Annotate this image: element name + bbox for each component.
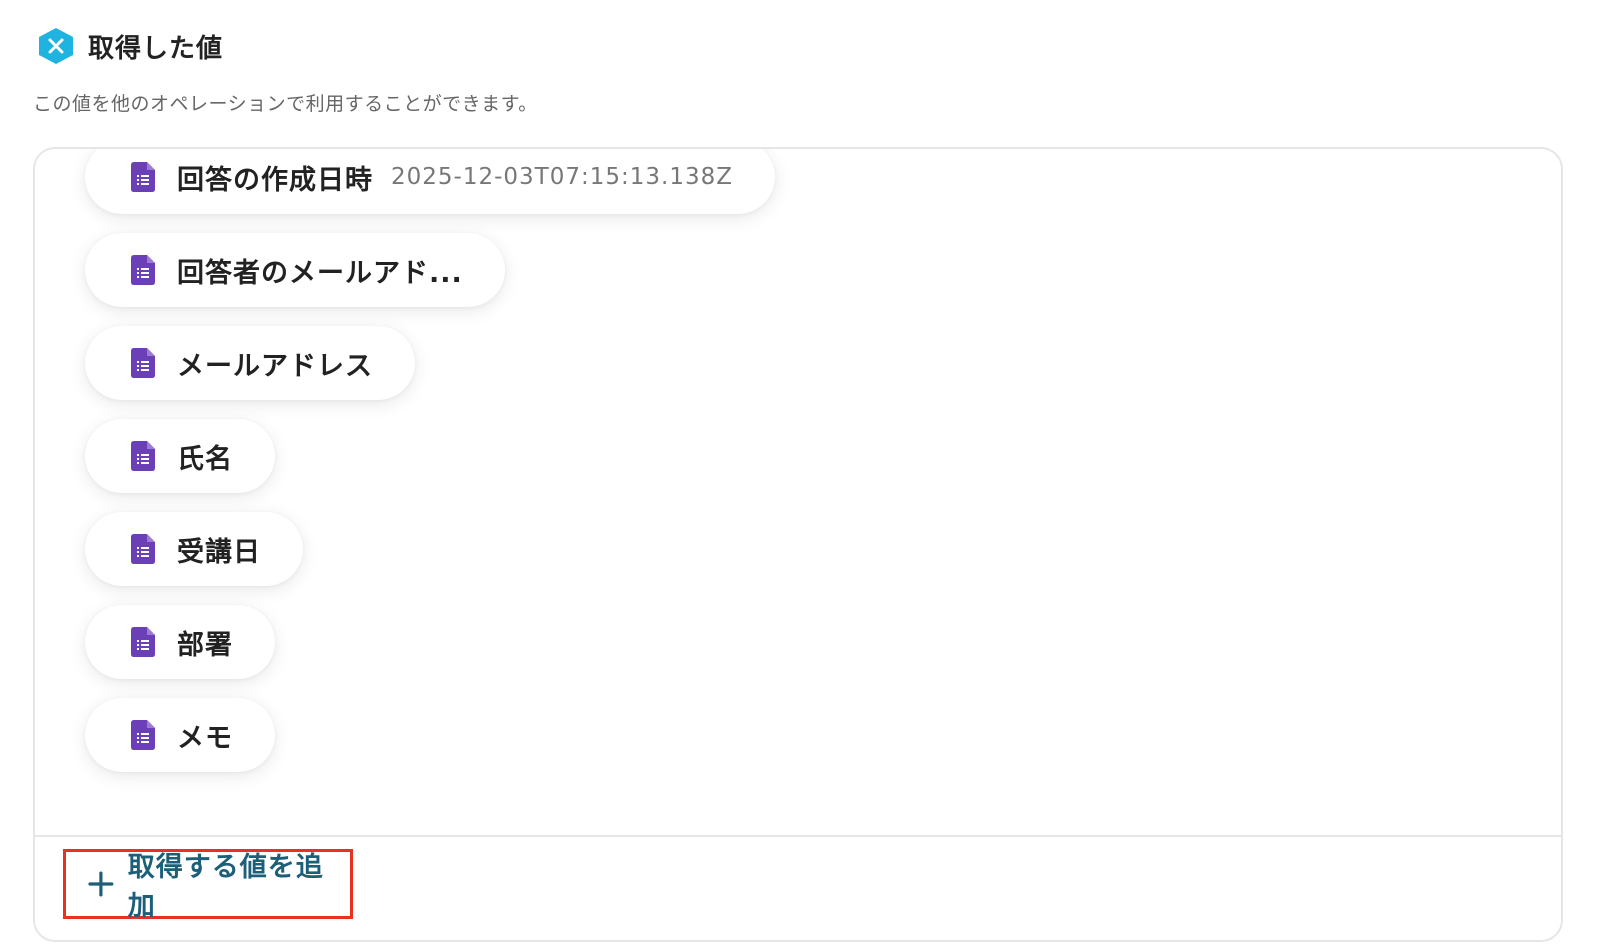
value-chip-response-created-at[interactable]: 回答の作成日時 2025-12-03T07:15:13.138Z	[85, 149, 775, 214]
google-forms-icon	[131, 441, 155, 471]
value-chip-email-address[interactable]: メールアドレス	[85, 326, 415, 400]
value-chip-sample: 2025-12-03T07:15:13.138Z	[391, 164, 733, 190]
value-chip-label: 氏名	[177, 443, 233, 475]
value-chip-label: メモ	[177, 722, 233, 754]
yoom-logo-icon	[39, 28, 73, 64]
google-forms-icon	[131, 627, 155, 657]
google-forms-icon	[131, 162, 155, 192]
value-chip-memo[interactable]: メモ	[85, 698, 275, 772]
section-description: この値を他のオペレーションで利用することができます。	[33, 93, 538, 115]
plus-icon	[88, 871, 114, 897]
section-title: 取得した値	[88, 33, 224, 64]
values-list: 回答の作成日時 2025-12-03T07:15:13.138Z 回答者のメール…	[35, 149, 1561, 835]
value-chip-label: 回答の作成日時	[177, 164, 373, 196]
value-chip-label: 回答者のメールアド...	[177, 257, 463, 289]
values-panel: 回答の作成日時 2025-12-03T07:15:13.138Z 回答者のメール…	[33, 147, 1563, 942]
value-chip-attendance-date[interactable]: 受講日	[85, 512, 303, 586]
google-forms-icon	[131, 255, 155, 285]
value-chip-department[interactable]: 部署	[85, 605, 275, 679]
add-value-button[interactable]: 取得する値を追加	[63, 849, 353, 922]
header: 取得した値	[36, 26, 223, 66]
value-chip-label: 受講日	[177, 536, 261, 568]
value-chip-label: メールアドレス	[177, 350, 373, 382]
google-forms-icon	[131, 720, 155, 750]
value-chip-full-name[interactable]: 氏名	[85, 419, 275, 493]
google-forms-icon	[131, 348, 155, 378]
panel-divider	[35, 835, 1561, 837]
add-value-label: 取得する値を追加	[127, 852, 324, 922]
google-forms-icon	[131, 534, 155, 564]
value-chip-label: 部署	[177, 629, 233, 661]
value-chip-respondent-email[interactable]: 回答者のメールアド...	[85, 233, 505, 307]
